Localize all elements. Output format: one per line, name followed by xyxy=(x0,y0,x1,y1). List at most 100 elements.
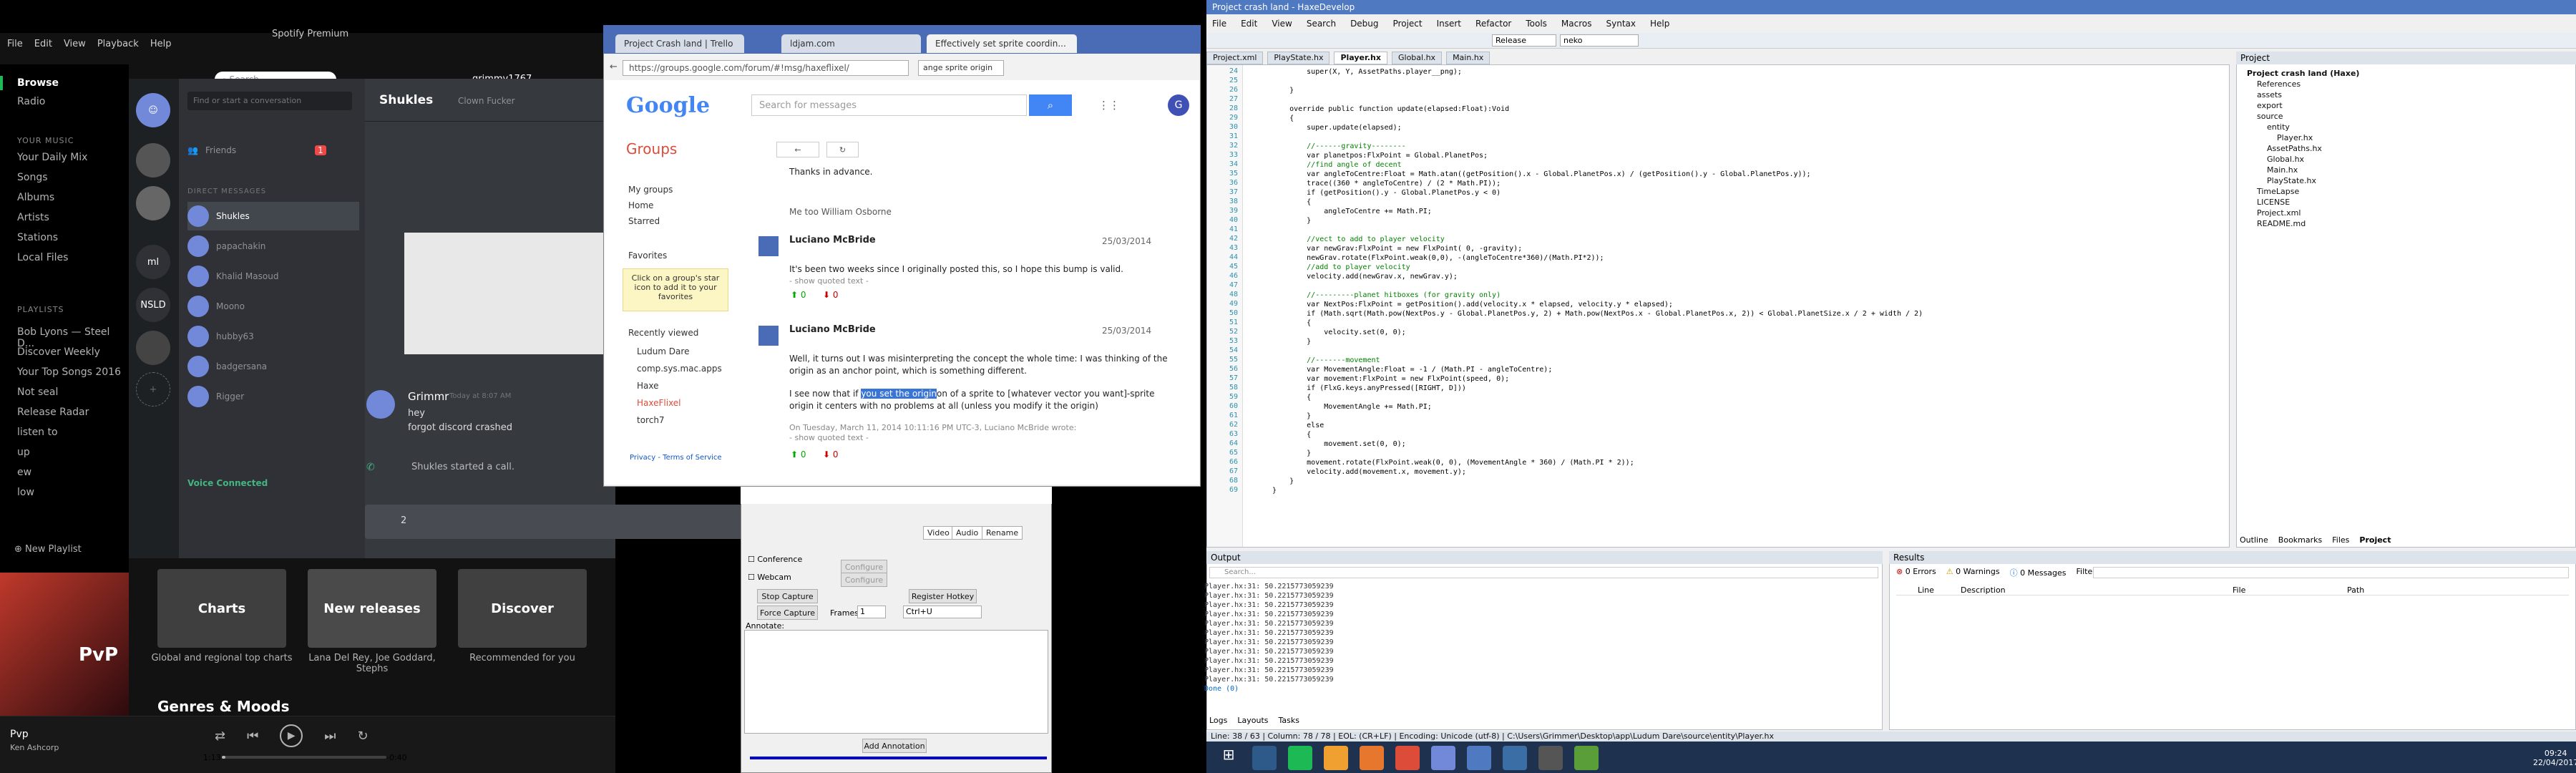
friends-item[interactable]: 👥 Friends 1 xyxy=(187,136,359,165)
taskbar-app-icon[interactable] xyxy=(1574,746,1599,770)
force-capture-button[interactable]: Force Capture xyxy=(757,606,818,620)
code-line[interactable]: //-------movement xyxy=(1272,356,1380,365)
start-icon[interactable]: ⊞ xyxy=(1216,746,1241,770)
library-daily-mix[interactable]: Your Daily Mix xyxy=(17,152,87,163)
menu-syntax[interactable]: Syntax xyxy=(1606,19,1636,29)
code-line[interactable]: newGrav.rotate(FlxPoint.weak(0,0), -(ang… xyxy=(1272,253,1604,263)
tab-audio[interactable]: Audio xyxy=(952,526,983,540)
code-line[interactable]: var angleToCentre:Float = Math.atan((get… xyxy=(1272,170,1810,179)
col-description[interactable]: Description xyxy=(1939,585,2233,595)
dm-item[interactable]: Moono xyxy=(187,292,359,321)
build-config-select[interactable]: Release xyxy=(1492,34,1556,47)
code-line[interactable]: } xyxy=(1272,486,1277,495)
configure-button[interactable]: Configure xyxy=(841,560,887,574)
playlist-item[interactable]: ew xyxy=(17,467,31,478)
code-line[interactable]: { xyxy=(1272,198,1311,207)
upvote-icon[interactable]: ⬆ 0 xyxy=(791,290,806,300)
code-line[interactable]: var NextPos:FlxPoint = getPosition().add… xyxy=(1272,300,1673,309)
menu-insert[interactable]: Insert xyxy=(1437,19,1461,29)
post-author[interactable]: Luciano McBride xyxy=(789,235,876,245)
code-line[interactable]: trace((360 * angleToCentre) / (2 * Math.… xyxy=(1272,179,1501,188)
groups-search-input[interactable]: Search for messages xyxy=(751,94,1027,116)
code-line[interactable]: else xyxy=(1272,421,1324,430)
refresh-button[interactable]: ↻ xyxy=(826,142,859,157)
menu-help[interactable]: Help xyxy=(1650,19,1669,29)
nav-radio[interactable]: Radio xyxy=(17,96,45,107)
tab-groups[interactable]: Effectively set sprite coordin... xyxy=(927,34,1077,53)
find-conversation-input[interactable]: Find or start a conversation xyxy=(187,92,352,110)
code-line[interactable]: //find angle of decent xyxy=(1272,160,1401,170)
menu-tools[interactable]: Tools xyxy=(1526,19,1547,29)
tab-tasks[interactable]: Tasks xyxy=(1279,716,1299,725)
address-bar[interactable]: https://groups.google.com/forum/#!msg/ha… xyxy=(623,60,909,76)
guild-icon[interactable] xyxy=(136,186,170,220)
side-link-home[interactable]: Home xyxy=(628,200,653,210)
playlist-item[interactable]: Release Radar xyxy=(17,407,89,418)
tab-video[interactable]: Video xyxy=(923,526,954,540)
library-artists[interactable]: Artists xyxy=(17,212,49,223)
tab-logs[interactable]: Logs xyxy=(1209,716,1227,725)
playlist-item[interactable]: up xyxy=(17,447,30,458)
editor-tab[interactable]: Main.hx xyxy=(1446,52,1491,64)
col-path[interactable]: Path xyxy=(2347,585,2562,595)
downvote-icon[interactable]: ⬇ 0 xyxy=(823,290,839,300)
project-tree-item[interactable]: assets xyxy=(2257,90,2282,99)
taskbar-haxedevelop-icon[interactable] xyxy=(1467,746,1491,770)
menu-edit[interactable]: Edit xyxy=(1241,19,1257,29)
code-line[interactable]: super.update(elapsed); xyxy=(1272,123,1401,132)
show-quoted-link[interactable]: - show quoted text - xyxy=(789,433,869,442)
menu-edit[interactable]: Edit xyxy=(34,39,52,49)
col-line[interactable]: Line xyxy=(1896,585,1939,595)
menu-file[interactable]: File xyxy=(7,39,23,49)
taskbar-spotify-icon[interactable] xyxy=(1288,746,1312,770)
code-line[interactable]: var newGrav:FlxPoint = new FlxPoint( 0, … xyxy=(1272,244,1522,253)
library-stations[interactable]: Stations xyxy=(17,232,58,243)
card-new-releases[interactable]: New releases xyxy=(308,569,436,648)
code-line[interactable]: if (getPosition().y - Global.PlanetPos.y… xyxy=(1272,188,1501,198)
recent-group-link[interactable]: HaxeFlixel xyxy=(637,398,681,408)
errors-toggle[interactable]: ⊗ 0 Errors xyxy=(1896,567,1936,578)
code-line[interactable]: } xyxy=(1272,216,1311,225)
add-annotation-button[interactable]: Add Annotation xyxy=(862,739,927,753)
editor-tab[interactable]: Player.hx xyxy=(1334,52,1387,64)
playlist-item[interactable]: listen to xyxy=(17,427,58,438)
taskbar-folder-icon[interactable] xyxy=(1324,746,1348,770)
code-line[interactable]: { xyxy=(1272,114,1294,123)
register-hotkey-button[interactable]: Register Hotkey xyxy=(909,589,977,603)
code-line[interactable]: var MovementAngle:Float = -1 / (Math.PI … xyxy=(1272,365,1552,374)
code-line[interactable]: //------gravity-------- xyxy=(1272,142,1405,151)
project-tree-item[interactable]: LICENSE xyxy=(2257,198,2290,207)
next-icon[interactable]: ⏭ xyxy=(324,729,336,744)
menu-playback[interactable]: Playback xyxy=(97,39,139,49)
project-tree-item[interactable]: AssetPaths.hx xyxy=(2267,144,2322,153)
configure-button[interactable]: Configure xyxy=(841,573,887,587)
project-tree-item[interactable]: Project crash land (Haxe) xyxy=(2247,69,2359,78)
warnings-toggle[interactable]: ⚠ 0 Warnings xyxy=(1946,567,2000,578)
editor-tab[interactable]: PlayState.hx xyxy=(1267,52,1330,64)
menu-view[interactable]: View xyxy=(64,39,86,49)
code-line[interactable]: if (FlxG.keys.anyPressed([RIGHT, D])) xyxy=(1272,384,1466,393)
project-tree-item[interactable]: Player.hx xyxy=(2277,133,2313,142)
recent-group-link[interactable]: Ludum Dare xyxy=(637,346,689,356)
project-tree-item[interactable]: Global.hx xyxy=(2267,155,2304,164)
apps-icon[interactable]: ⋮⋮ xyxy=(1098,99,1120,112)
menu-search[interactable]: Search xyxy=(1307,19,1336,29)
avatar[interactable] xyxy=(366,390,395,419)
show-quoted-link[interactable]: - show quoted text - xyxy=(789,276,869,286)
post-author[interactable]: Luciano McBride xyxy=(789,324,876,335)
dm-item[interactable]: hubby63 xyxy=(187,322,359,351)
google-logo[interactable]: Google xyxy=(626,93,710,118)
play-button[interactable]: ▶ xyxy=(280,724,303,747)
back-to-topics-button[interactable]: ← xyxy=(776,142,819,157)
previous-icon[interactable]: ⏮ xyxy=(247,729,258,744)
project-tree-item[interactable]: Main.hx xyxy=(2267,165,2298,175)
messages-toggle[interactable]: ⓘ 0 Messages xyxy=(2010,567,2067,578)
project-tree-item[interactable]: source xyxy=(2257,112,2283,121)
code-line[interactable]: MovementAngle += Math.PI; xyxy=(1272,402,1432,412)
tab-ldjam[interactable]: ldjam.com xyxy=(781,34,921,53)
results-filter-input[interactable] xyxy=(2093,567,2569,578)
code-line[interactable]: //---------planet hitboxes (for gravity … xyxy=(1272,291,1501,300)
menu-help[interactable]: Help xyxy=(150,39,172,49)
code-line[interactable]: } xyxy=(1272,477,1294,486)
library-songs[interactable]: Songs xyxy=(17,172,48,183)
